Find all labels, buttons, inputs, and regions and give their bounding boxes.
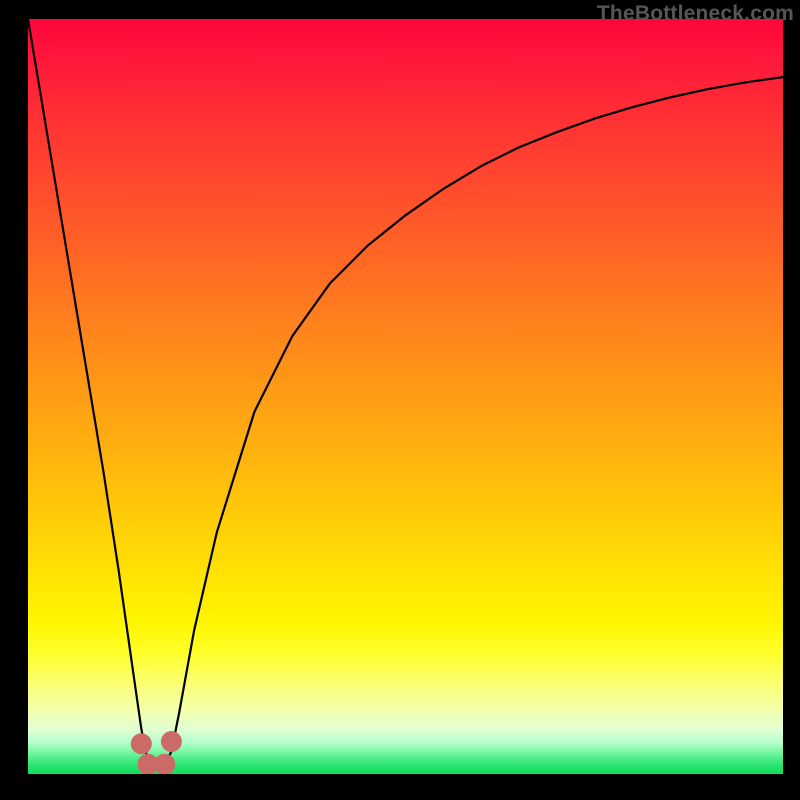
watermark: TheBottleneck.com [597,2,794,26]
bottleneck-curve [28,19,783,767]
marker-left-outer [131,733,152,754]
plot-area [28,19,783,774]
marker-right-outer [161,731,182,752]
curve-layer [28,19,783,774]
chart-frame: TheBottleneck.com [0,0,800,800]
marker-group [131,731,182,774]
marker-right-inner [154,754,175,774]
